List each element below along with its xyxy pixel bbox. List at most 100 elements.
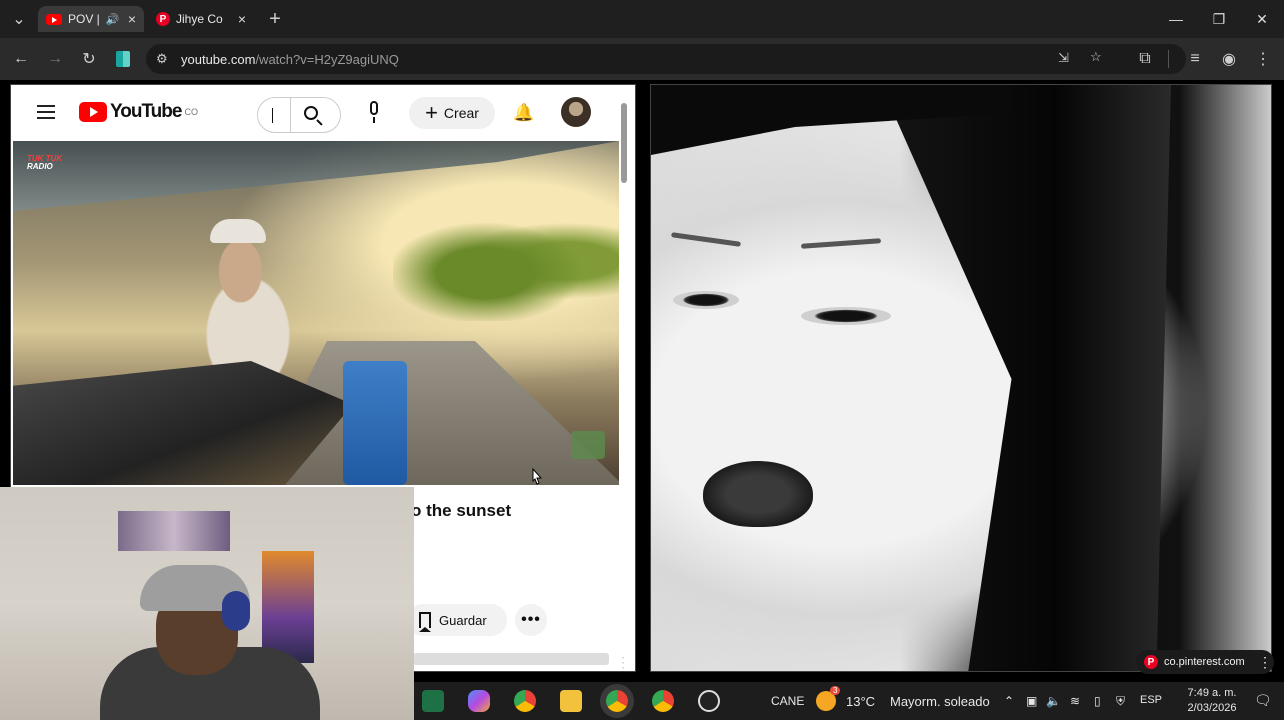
weather-description[interactable]: Mayorm. soleado [890,694,990,709]
portrait-brow-left [670,232,742,247]
youtube-logo-text: YouTube [110,101,182,122]
extension-icon[interactable] [110,46,136,72]
forward-button[interactable]: → [42,46,68,72]
headphones [222,591,250,631]
portrait-lips [703,461,813,527]
security-shield-icon[interactable]: ⛨ [1116,694,1125,709]
battery-icon[interactable]: ▯ [1094,694,1101,708]
content-strip [413,653,609,665]
tab-close-icon[interactable]: × [128,11,136,27]
mouse-cursor-icon [532,468,543,485]
portrait-brow-right [800,238,882,249]
webcam-overlay [0,487,414,720]
country-code: CO [184,107,198,117]
youtube-play-icon [79,102,107,122]
avatar[interactable] [561,97,591,127]
profile-icon[interactable]: ◉ [1216,46,1242,72]
youtube-header: YouTube CO + Crear 🔔 [11,85,635,139]
video-title: o the sunset [411,501,512,520]
pinterest-icon: P [156,12,170,26]
volume-icon[interactable]: 🔈 [1046,694,1061,708]
toolbar: ← → ↻ ⚙ youtube.com/watch?v=H2yZ9agiUNQ … [0,38,1284,80]
restore-button[interactable]: ❐ [1197,6,1241,32]
more-actions-button[interactable]: ••• [515,604,547,636]
chrome-icon[interactable] [652,690,674,712]
portrait-image [651,85,1271,671]
microphone-icon[interactable] [367,101,381,125]
tab-title: Jihye Co [176,12,223,26]
clock-time: 7:49 a. m. [1187,687,1237,699]
language-widget[interactable]: CANE [771,694,804,708]
wall-poster [118,511,230,551]
bookmark-star-icon[interactable]: ☆ [1090,49,1102,65]
bookmark-icon [419,612,431,632]
speaker-icon[interactable]: 🔊 [106,13,120,26]
save-button[interactable]: Guardar [407,604,507,636]
new-tab-button[interactable]: + [262,6,288,32]
site-info-icon[interactable]: ⚙ [156,51,168,67]
install-app-icon[interactable]: ⇲ [1058,50,1069,66]
clock[interactable]: 7:49 a. m. 2/03/2026 [1182,686,1242,716]
menu-dots-icon[interactable]: ⋮ [1250,46,1276,72]
chrome-icon[interactable] [514,690,536,712]
more-dots-icon[interactable]: ⋮ [1258,654,1272,671]
hamburger-menu-icon[interactable] [37,105,55,107]
input-language[interactable]: ESP [1140,694,1162,706]
address-bar[interactable]: ⚙ youtube.com/watch?v=H2yZ9agiUNQ ⇲ ☆ [146,44,1186,74]
youtube-icon [46,13,62,25]
create-label: Crear [443,105,479,121]
video-scene-cap [210,219,266,243]
file-explorer-icon[interactable] [560,690,582,712]
video-player[interactable]: TUK TUK RADIO [13,141,619,485]
close-window-button[interactable]: ✕ [1240,6,1284,32]
back-button[interactable]: ← [8,46,34,72]
search-input[interactable] [257,97,341,133]
notifications-bell-icon[interactable]: 🔔 [513,103,534,122]
tab-strip: ⌄ POV | 🔊 × P Jihye Co × + — ❐ ✕ [0,0,1284,38]
youtube-logo[interactable]: YouTube CO [79,101,198,123]
portrait-eye-right [801,307,891,325]
pinterest-source-badge[interactable]: P co.pinterest.com [1136,650,1274,674]
more-dots-icon[interactable]: ⋮ [616,654,630,671]
text-caret [272,108,273,123]
search-divider [290,98,291,132]
temperature[interactable]: 13°C [846,694,875,709]
tuk-tuk-badge-icon [571,431,605,459]
chevron-up-icon[interactable]: ⌃ [1004,694,1014,708]
video-scene-trees [393,201,619,321]
create-button[interactable]: + Crear [409,97,495,129]
url-host: youtube.com [181,51,256,67]
portrait-hair [881,85,1171,671]
media-controls-icon[interactable]: ≡ [1182,46,1208,72]
video-scene-seat [343,361,407,485]
chrome-icon[interactable] [606,690,628,712]
reload-button[interactable]: ↻ [76,46,102,72]
tray-app-icon[interactable]: ▣ [1026,694,1037,708]
tab-pinterest[interactable]: P Jihye Co × [148,6,254,32]
wall-poster [262,551,314,663]
toolbar-divider [1168,50,1169,68]
scrollbar[interactable] [621,103,627,183]
pinterest-icon: P [1144,655,1158,669]
save-label: Guardar [439,612,487,628]
minimize-button[interactable]: — [1154,6,1198,32]
portrait-eye-left [673,291,739,309]
tab-close-icon[interactable]: × [238,11,246,27]
pinterest-image-pane[interactable] [650,84,1272,672]
taskbar: CANE 3 13°C Mayorm. soleado ⌃ ▣ 🔈 ≋ ▯ ⛨ … [414,682,1284,720]
excel-icon[interactable] [422,690,444,712]
tab-title: POV | [68,12,100,26]
clock-date: 2/03/2026 [1187,702,1237,714]
tab-youtube[interactable]: POV | 🔊 × [38,6,144,32]
extensions-puzzle-icon[interactable]: ⧉ [1132,46,1158,72]
weather-badge: 3 [830,686,841,695]
channel-watermark: TUK TUK RADIO [27,154,63,171]
notifications-icon[interactable]: 🗨 [1254,692,1272,709]
wifi-icon[interactable]: ≋ [1070,694,1080,708]
copilot-icon[interactable] [468,690,490,712]
tab-search-chevron-icon[interactable]: ⌄ [6,6,32,32]
obs-icon[interactable] [698,690,720,712]
source-domain: co.pinterest.com [1164,656,1245,668]
search-icon[interactable] [304,106,318,120]
url-path: /watch?v=H2yZ9agiUNQ [255,51,399,67]
